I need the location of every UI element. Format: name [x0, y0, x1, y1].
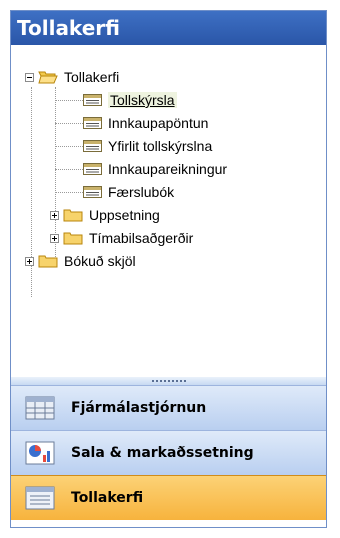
tree-item-tollskyrsla[interactable]: Tollskýrsla: [83, 90, 177, 110]
expand-icon[interactable]: [50, 233, 59, 243]
report-icon: [83, 186, 102, 198]
collapse-icon[interactable]: [25, 72, 34, 82]
tree-item-label: Yfirlit tollskýrslna: [108, 138, 213, 154]
folder-icon: [38, 255, 58, 268]
splitter-grip-icon: [151, 380, 186, 382]
pane-title: Tollakerfi: [11, 11, 326, 45]
nav-button-tollakerfi[interactable]: Tollakerfi: [11, 475, 326, 520]
tree-item-label: Færslubók: [108, 184, 175, 200]
tree-node-tollakerfi[interactable]: Tollakerfi: [25, 67, 119, 87]
report-icon: [83, 140, 102, 152]
nav-button-label: Sala & markaðssetning: [71, 445, 254, 461]
sales-chart-icon: [25, 441, 55, 465]
report-icon: [83, 163, 102, 175]
nav-button-fjarmalastjornun[interactable]: Fjármálastjórnun: [11, 385, 326, 430]
nav-button-label: Fjármálastjórnun: [71, 400, 207, 416]
tree-item-label: Innkaupapöntun: [108, 115, 209, 131]
navigation-pane: Tollakerfi Tollakerfi Tollskýrsla Innkau…: [10, 10, 327, 528]
module-buttons: Fjármálastjórnun Sala & markaðssetning T…: [11, 385, 326, 520]
tree-view: Tollakerfi Tollskýrsla Innkaupapöntun Yf…: [11, 45, 326, 377]
expand-icon[interactable]: [50, 210, 59, 220]
expand-icon[interactable]: [25, 256, 34, 266]
tree-node-label: Uppsetning: [89, 207, 160, 223]
tree-node-label: Tollakerfi: [64, 69, 120, 85]
tree-item-innkaupareikningur[interactable]: Innkaupareikningur: [83, 159, 227, 179]
nav-button-sala-markadssetning[interactable]: Sala & markaðssetning: [11, 430, 326, 475]
tree-item-innkaupapontun[interactable]: Innkaupapöntun: [83, 113, 208, 133]
tree-node-timabilsadgerdir[interactable]: Tímabilsaðgerðir: [50, 228, 193, 248]
tree-node-label: Bókuð skjöl: [64, 253, 136, 269]
open-folder-icon: [38, 71, 58, 84]
report-icon: [83, 94, 102, 106]
folder-icon: [63, 209, 83, 222]
finance-ledger-icon: [25, 396, 55, 420]
folder-icon: [63, 232, 83, 245]
tree-item-faerslubok[interactable]: Færslubók: [83, 182, 174, 202]
tree-item-yfirlit-tollskyrslna[interactable]: Yfirlit tollskýrslna: [83, 136, 212, 156]
tree-node-bokud-skjol[interactable]: Bókuð skjöl: [25, 251, 136, 271]
report-icon: [83, 117, 102, 129]
tree-item-label: Innkaupareikningur: [108, 161, 228, 177]
tree-item-label: Tollskýrsla: [108, 92, 177, 108]
nav-button-label: Tollakerfi: [71, 490, 144, 506]
pane-splitter[interactable]: [11, 377, 326, 385]
customs-form-icon: [25, 486, 55, 510]
tree-node-label: Tímabilsaðgerðir: [89, 230, 194, 246]
tree-node-uppsetning[interactable]: Uppsetning: [50, 205, 160, 225]
